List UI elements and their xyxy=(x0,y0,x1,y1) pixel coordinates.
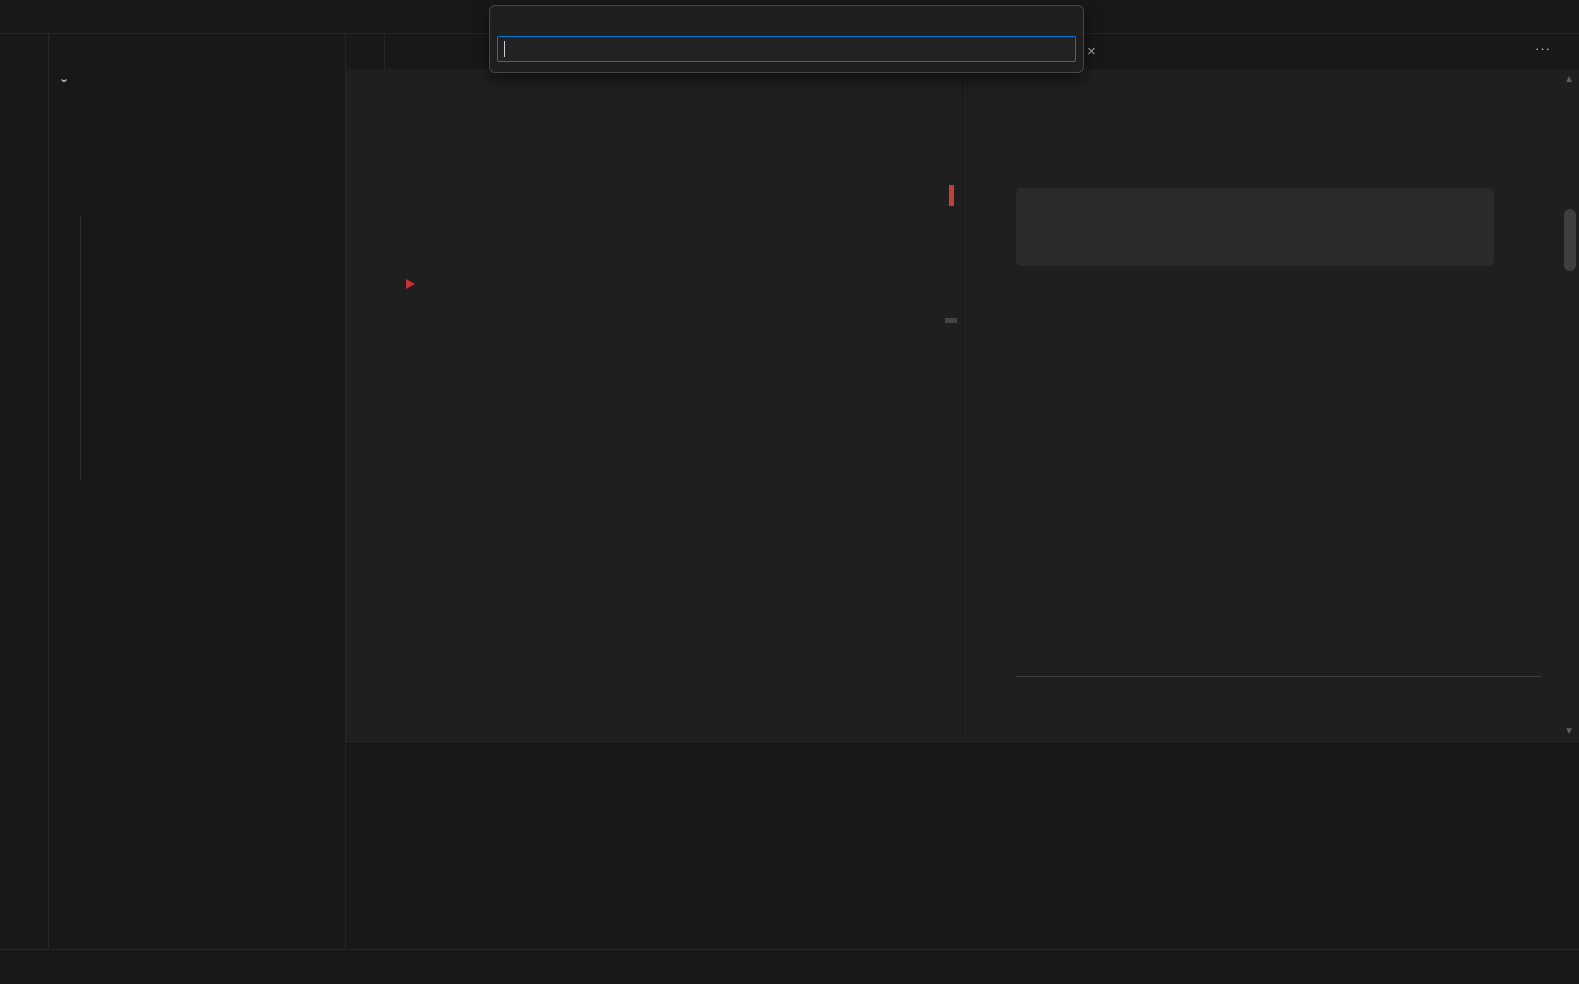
settings-json-code-block xyxy=(1016,188,1494,266)
chevron-icon: › xyxy=(58,72,73,88)
scroll-down-icon[interactable]: ▼ xyxy=(1564,726,1574,737)
terminal-output[interactable] xyxy=(346,777,1579,791)
tab-executor-py[interactable] xyxy=(346,34,385,69)
explorer-root-folder[interactable]: › xyxy=(49,69,345,91)
activity-bar xyxy=(0,34,49,950)
code-editor[interactable] xyxy=(346,93,962,740)
interpreter-quick-pick xyxy=(489,5,1084,73)
markdown-preview-pane[interactable]: × ··· ▲ ▼ xyxy=(963,34,1579,740)
interpreter-input[interactable] xyxy=(497,36,1076,62)
quick-pick-list xyxy=(490,68,1083,72)
indent-guide xyxy=(80,216,81,480)
gitignore-heading xyxy=(1016,664,1541,677)
scrollbar-thumb[interactable] xyxy=(945,318,957,323)
terminal-panel[interactable] xyxy=(346,741,1579,951)
embedded-screenshot xyxy=(1011,337,1499,639)
quick-pick-title xyxy=(490,6,1083,33)
gutter-marker-icon xyxy=(406,279,415,289)
panel-header xyxy=(346,742,1579,777)
status-bar xyxy=(0,949,1579,984)
scroll-up-icon[interactable]: ▲ xyxy=(1564,74,1574,85)
more-actions-icon[interactable]: ··· xyxy=(1535,41,1551,56)
overview-ruler-mark xyxy=(949,185,954,206)
scrollbar-thumb[interactable] xyxy=(1564,209,1576,271)
explorer-sidebar: › xyxy=(49,34,346,950)
close-icon[interactable]: × xyxy=(1087,43,1096,60)
editor-group-primary[interactable] xyxy=(346,34,962,740)
text-cursor xyxy=(504,41,505,57)
